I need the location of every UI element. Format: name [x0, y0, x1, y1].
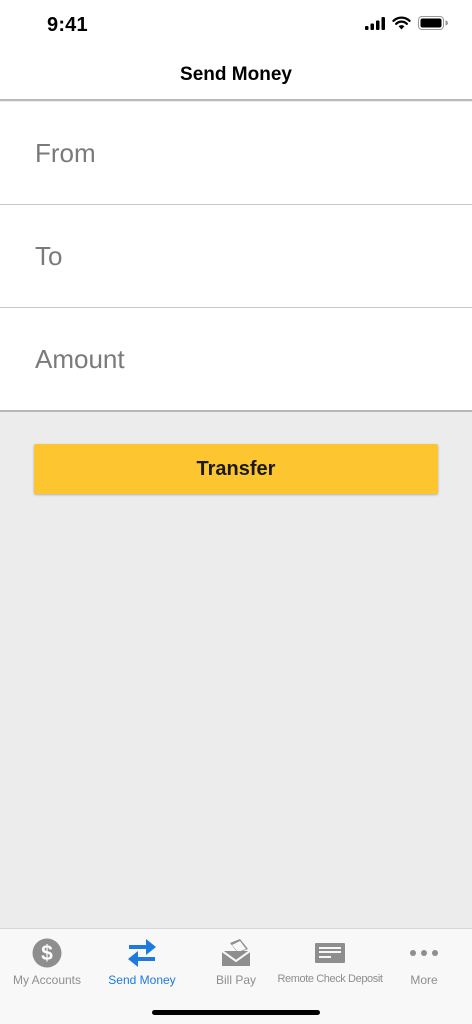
tab-label: Bill Pay	[215, 973, 256, 987]
to-field-row	[0, 205, 472, 308]
from-field[interactable]	[35, 102, 435, 204]
tab-label: Send Money	[108, 973, 176, 987]
navigation-bar: Send Money	[0, 50, 472, 101]
status-time: 9:41	[47, 14, 88, 36]
status-bar: 9:41	[0, 0, 472, 50]
to-field[interactable]	[35, 205, 435, 307]
status-icons	[365, 16, 448, 35]
battery-icon	[418, 16, 448, 35]
tab-label: My Accounts	[12, 973, 82, 987]
transfer-form	[0, 102, 472, 412]
wifi-icon	[392, 16, 411, 35]
check-icon	[314, 936, 346, 970]
tab-label: Remote Check Deposit	[277, 973, 383, 985]
transfer-button[interactable]: Transfer	[34, 444, 438, 494]
tab-remote-check-deposit[interactable]: Remote Check Deposit	[277, 929, 383, 991]
page-title: Send Money	[180, 64, 292, 85]
bill-envelope-icon	[220, 936, 252, 970]
home-indicator[interactable]	[152, 1010, 320, 1015]
tab-my-accounts[interactable]: $ My Accounts	[8, 929, 86, 991]
tab-more[interactable]: More	[396, 929, 452, 991]
amount-field[interactable]	[35, 308, 435, 411]
tab-bill-pay[interactable]: Bill Pay	[196, 929, 276, 991]
amount-field-row	[0, 308, 472, 411]
tab-send-money[interactable]: Send Money	[102, 929, 182, 991]
svg-text:$: $	[41, 942, 53, 965]
dollar-circle-icon: $	[32, 936, 62, 970]
more-dots-icon	[409, 936, 439, 970]
cellular-signal-icon	[365, 16, 385, 35]
tab-label: More	[410, 973, 438, 987]
transfer-arrows-icon	[127, 936, 157, 970]
from-field-row	[0, 102, 472, 205]
